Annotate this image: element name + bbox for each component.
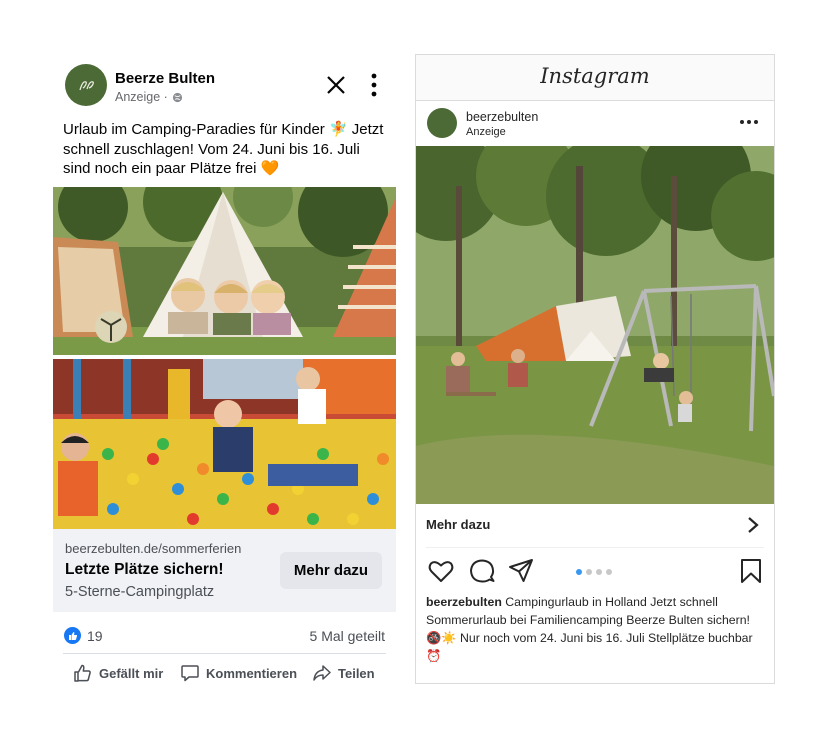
globe-icon <box>172 92 182 102</box>
comment-icon <box>181 665 199 682</box>
more-options-icon[interactable] <box>738 115 760 129</box>
thumbs-up-icon <box>74 664 91 682</box>
like-count[interactable]: 19 <box>87 628 103 644</box>
like-label: Gefällt mir <box>99 665 164 681</box>
profile-username[interactable]: beerzebulten <box>466 110 538 124</box>
mehr-dazu-button[interactable]: Mehr dazu <box>280 552 382 589</box>
share-button[interactable]: Teilen <box>312 662 375 684</box>
facebook-ad-card: Beerze Bulten Anzeige · Urlaub im Campin… <box>53 54 396 684</box>
caption-username[interactable]: beerzebulten <box>426 595 502 609</box>
divider <box>63 653 386 654</box>
chevron-right-icon[interactable] <box>746 515 760 535</box>
post-text: Urlaub im Camping-Paradies für Kinder 🧚 … <box>63 121 384 177</box>
send-icon[interactable] <box>507 557 535 585</box>
profile-avatar[interactable] <box>427 108 457 138</box>
comment-button[interactable]: Kommentieren <box>180 662 297 684</box>
share-count[interactable]: 5 Mal geteilt <box>310 628 385 644</box>
sponsored-label: Anzeige · <box>115 90 183 104</box>
link-preview[interactable]: beerzebulten.de/sommerferien Letzte Plät… <box>53 529 396 612</box>
page-avatar[interactable] <box>65 64 107 106</box>
page-name[interactable]: Beerze Bulten <box>115 70 215 87</box>
like-badge-icon[interactable] <box>64 627 81 644</box>
like-button[interactable]: Gefällt mir <box>73 662 163 684</box>
sponsored-text: Anzeige · <box>115 90 168 104</box>
close-icon[interactable] <box>325 74 347 96</box>
more-options-icon[interactable] <box>367 72 381 98</box>
comment-label: Kommentieren <box>206 665 298 681</box>
mehr-dazu-button[interactable]: Mehr dazu <box>426 517 490 532</box>
link-headline: Letzte Plätze sichern! <box>65 561 224 578</box>
carousel-indicator <box>576 569 612 575</box>
carousel-dot <box>606 569 612 575</box>
comment-icon[interactable] <box>468 557 496 585</box>
heart-icon[interactable] <box>427 557 455 585</box>
bookmark-icon[interactable] <box>737 557 765 585</box>
link-description: 5-Sterne-Campingplatz <box>65 584 215 600</box>
post-image-ballpit[interactable] <box>53 359 396 529</box>
link-url: beerzebulten.de/sommerferien <box>65 541 242 556</box>
instagram-logo: Instagram <box>540 64 650 88</box>
share-label: Teilen <box>338 665 375 681</box>
carousel-dot <box>576 569 582 575</box>
carousel-dot <box>586 569 592 575</box>
instagram-ad-card: Instagram beerzebulten Anzeige Mehr dazu… <box>415 54 775 684</box>
post-image-tent[interactable] <box>53 187 396 355</box>
post-image-camping[interactable] <box>416 146 774 504</box>
divider <box>426 547 764 548</box>
sponsored-label: Anzeige <box>466 126 506 138</box>
post-caption: beerzebulten Campingurlaub in Holland Je… <box>426 593 766 665</box>
share-arrow-icon <box>313 665 331 681</box>
carousel-dot <box>596 569 602 575</box>
